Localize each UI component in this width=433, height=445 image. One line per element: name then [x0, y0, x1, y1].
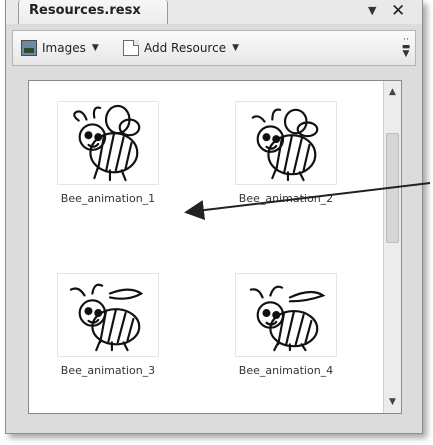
bee-image [251, 108, 319, 182]
add-resource-button[interactable]: Add Resource ▼ [123, 38, 239, 58]
add-resource-label: Add Resource [144, 41, 227, 55]
scroll-down-icon[interactable]: ▼ [385, 393, 400, 411]
chevron-down-icon: ▼ [232, 43, 239, 53]
scroll-up-icon[interactable]: ▲ [385, 83, 400, 101]
bee-thumbnail [57, 273, 159, 357]
resource-item[interactable]: Bee_animation_4 [217, 261, 347, 401]
bee-thumbnail [235, 273, 337, 357]
vertical-scrollbar[interactable]: ▲ ▼ [383, 81, 401, 413]
toolbar-overflow-icon[interactable]: ·· ▬ ▼ [401, 36, 411, 59]
images-category-button[interactable]: Images ▼ [21, 38, 99, 58]
document-tab[interactable]: Resources.resx [18, 0, 168, 24]
resource-name: Bee_animation_1 [60, 192, 156, 205]
resource-item[interactable]: Bee_animation_1 [39, 89, 169, 229]
resource-editor-window: Resources.resx ▼ ✕ Images ▼ Add Resource… [5, 0, 423, 434]
resource-item[interactable]: Bee_animation_3 [39, 261, 169, 401]
toolbar: Images ▼ Add Resource ▼ ·· ▬ ▼ [12, 30, 416, 66]
chevron-down-icon: ▼ [91, 43, 99, 53]
bee-image [249, 285, 326, 352]
bee-image [73, 104, 141, 182]
image-icon [21, 40, 37, 56]
document-tab-label: Resources.resx [29, 3, 141, 18]
images-label: Images [42, 41, 86, 55]
title-bar: Resources.resx ▼ ✕ [6, 0, 422, 24]
close-icon[interactable]: ✕ [391, 1, 405, 21]
resource-list-view[interactable]: Bee_animation_1 Bee_animation_2 Bee_anim… [28, 80, 402, 414]
bee-thumbnail [235, 101, 337, 185]
resource-name: Bee_animation_4 [238, 364, 334, 377]
resource-name: Bee_animation_3 [60, 364, 156, 377]
resource-name: Bee_animation_2 [238, 192, 334, 205]
bee-thumbnail [57, 101, 159, 185]
scrollbar-thumb[interactable] [386, 133, 399, 243]
document-icon [123, 40, 139, 56]
bee-image [69, 283, 144, 352]
resource-item[interactable]: Bee_animation_2 [217, 89, 347, 229]
window-menu-dropdown-icon[interactable]: ▼ [368, 4, 376, 17]
